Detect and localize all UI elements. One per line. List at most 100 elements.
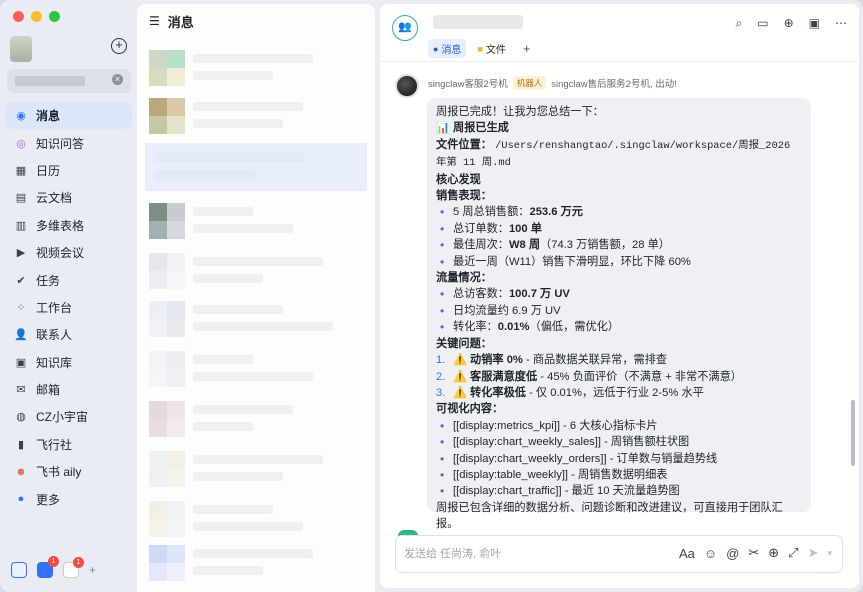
send-options-chevron-icon[interactable]: ▾: [827, 548, 832, 559]
scrollbar[interactable]: [851, 400, 855, 466]
tab-messages[interactable]: ● 消息: [428, 39, 467, 58]
mail-icon: ✉: [16, 384, 26, 397]
sidebar-item-knowledge-qa[interactable]: ◎ 知识问答: [6, 129, 132, 156]
conversation-item[interactable]: [145, 395, 367, 443]
sidebar-item-cz-universe[interactable]: ◍ CZ小宇宙: [6, 403, 132, 430]
left-sidebar: + × ◉ 消息 ◎ 知识问答 ▦ 日历 ▤ 云文档 ▥ 多维表格 ▶ 视频会议…: [0, 0, 137, 592]
tab-files[interactable]: ■ 文件: [472, 39, 510, 58]
message-input[interactable]: [404, 545, 604, 563]
wiki-icon: ▣: [15, 356, 27, 369]
sidebar-item-contacts[interactable]: 👤 联系人: [6, 321, 132, 348]
add-shortcut-icon[interactable]: +: [89, 563, 96, 577]
text-format-icon[interactable]: Aa: [679, 546, 695, 561]
sidebar-item-workplace[interactable]: ⁘ 工作台: [6, 294, 132, 321]
contacts-icon: 👤: [14, 329, 28, 342]
sidebar-item-calendar[interactable]: ▦ 日历: [6, 157, 132, 184]
list-filter-icon[interactable]: ☰: [149, 14, 160, 28]
blurred-avatar: [149, 98, 185, 134]
list-item: [[display:chart_traffic]] - 最近 10 天流量趋势图: [436, 483, 802, 500]
sidebar-item-messages[interactable]: ◉ 消息: [6, 102, 132, 130]
emoji-icon[interactable]: ☺: [704, 546, 717, 561]
add-tab-icon[interactable]: +: [523, 41, 531, 56]
generated-title: 📊 周报已生成: [436, 122, 509, 135]
workplace-grid-icon: ⁘: [16, 301, 26, 314]
conversation-item[interactable]: [145, 44, 367, 92]
conversation-item[interactable]: [145, 445, 367, 493]
list-item: 最近一周（W11）销售下滑明显，环比下降 60%: [436, 254, 802, 271]
sidebar-item-base[interactable]: ▥ 多维表格: [6, 212, 132, 239]
blurred-avatar: [149, 50, 185, 86]
blurred-avatar: [149, 253, 185, 289]
sidebar-item-label: 邮箱: [36, 383, 61, 398]
more-icon: ●: [17, 493, 25, 506]
traffic-list: 总访客数：100.7 万 UV 日均流量约 6.9 万 UV 转化率：0.01%…: [436, 286, 802, 336]
traffic-title: 流量情况：: [436, 272, 492, 285]
conversation-item[interactable]: [145, 92, 367, 140]
list-item: 5 周总销售额：253.6 万元: [436, 204, 802, 221]
sidebar-item-label: 联系人: [36, 328, 73, 343]
conversation-item[interactable]: [145, 247, 367, 295]
bot-avatar[interactable]: [395, 74, 419, 98]
message-area: singclaw客服2号机 机器人 singclaw售后服务2号机, 出动! 周…: [380, 62, 859, 571]
blurred-avatar: [149, 301, 185, 337]
video-call-icon[interactable]: ▭: [757, 16, 768, 31]
chat-bubble-icon: ●: [433, 43, 439, 54]
base-table-icon: ▥: [15, 219, 27, 232]
sidebar-item-video-meeting[interactable]: ▶ 视频会议: [6, 239, 132, 266]
message-sender-line: singclaw客服2号机 机器人 singclaw售后服务2号机, 出动!: [428, 76, 677, 90]
folder-icon: ■: [477, 43, 483, 54]
search-box[interactable]: ×: [7, 69, 131, 93]
blurred-avatar: [149, 401, 185, 437]
sender-name[interactable]: singclaw客服2号机: [428, 76, 508, 90]
conversation-item[interactable]: [145, 539, 367, 587]
blurred-avatar: [149, 451, 185, 487]
chat-panel: 👥 ● 消息 ■ 文件 + ⌕ ▭ ⊕ ▣ ⋯ singclaw客服2号机 机器…: [380, 4, 859, 588]
sidebar-item-label: 飞行社: [36, 437, 73, 452]
list-item: [[display:metrics_kpi]] - 6 大核心指标卡片: [436, 418, 802, 435]
conversation-item[interactable]: [145, 345, 367, 393]
sidebar-item-tasks[interactable]: ✔ 任务: [6, 266, 132, 293]
screenshot-scissors-icon[interactable]: ✂: [748, 545, 759, 561]
sidebar-item-wiki[interactable]: ▣ 知识库: [6, 349, 132, 376]
conversation-item-selected[interactable]: [145, 143, 367, 191]
send-icon[interactable]: ➤: [808, 545, 819, 561]
sidebar-nav: ◉ 消息 ◎ 知识问答 ▦ 日历 ▤ 云文档 ▥ 多维表格 ▶ 视频会议 ✔ 任…: [6, 102, 132, 513]
visual-title: 可视化内容：: [436, 403, 504, 416]
calendar-icon: ▦: [15, 164, 27, 177]
more-options-icon[interactable]: ⋯: [835, 16, 847, 31]
sender-meta: singclaw售后服务2号机, 出动!: [551, 79, 677, 90]
list-item: 最佳周次：W8 周（74.3 万销售额，28 单）: [436, 237, 802, 254]
app-shortcut-icon[interactable]: 1: [37, 556, 59, 578]
app-shortcut-icon[interactable]: 1: [63, 557, 84, 578]
expand-icon[interactable]: ⤢: [788, 545, 798, 561]
sidebar-item-mail[interactable]: ✉ 邮箱: [6, 376, 132, 403]
clear-search-icon[interactable]: ×: [112, 74, 123, 85]
chat-info-icon[interactable]: ▣: [809, 16, 820, 31]
create-plus-button[interactable]: +: [111, 38, 127, 54]
list-item: [[display:chart_weekly_sales]] - 周销售额柱状图: [436, 434, 802, 451]
issues-list: 1. ⚠️ 动销率 0% - 商品数据关联异常，需排查 2. ⚠️ 客服满意度低 -…: [436, 352, 802, 401]
user-avatar[interactable]: [10, 36, 32, 62]
search-chat-icon[interactable]: ⌕: [736, 16, 743, 31]
app-switch-icon[interactable]: [11, 562, 27, 578]
list-item: [[display:table_weekly]] - 周销售数据明细表: [436, 467, 802, 484]
mention-icon[interactable]: @: [726, 546, 739, 561]
app-window: + × ◉ 消息 ◎ 知识问答 ▦ 日历 ▤ 云文档 ▥ 多维表格 ▶ 视频会议…: [0, 0, 863, 592]
add-attachment-icon[interactable]: ⊕: [768, 545, 779, 561]
cloud-doc-icon: ▤: [15, 192, 27, 205]
sidebar-item-more[interactable]: ● 更多: [6, 485, 132, 512]
list-item: 3. ⚠️ 转化率极低 - 仅 0.01%，远低于行业 2-5% 水平: [436, 386, 704, 399]
list-item: 2. ⚠️ 客服满意度低 - 45% 负面评价（不满意 + 非常不满意）: [436, 370, 742, 383]
group-chat-icon[interactable]: 👥: [392, 15, 418, 41]
list-item: 日均流量约 6.9 万 UV: [436, 303, 802, 320]
conversation-item[interactable]: [145, 197, 367, 245]
conversation-item[interactable]: [145, 495, 367, 543]
sidebar-item-feixingshe[interactable]: ▮ 飞行社: [6, 431, 132, 458]
sidebar-item-cloud-docs[interactable]: ▤ 云文档: [6, 184, 132, 211]
sidebar-item-aily[interactable]: ☻ 飞书 aily: [6, 458, 132, 485]
blurred-avatar: [149, 203, 185, 239]
sidebar-item-label: 知识问答: [36, 136, 85, 151]
add-member-icon[interactable]: ⊕: [784, 16, 794, 31]
conversation-item[interactable]: [145, 295, 367, 343]
composer-toolbar: Aa ☺ @ ✂ ⊕ ⤢ ➤ ▾: [679, 545, 832, 561]
